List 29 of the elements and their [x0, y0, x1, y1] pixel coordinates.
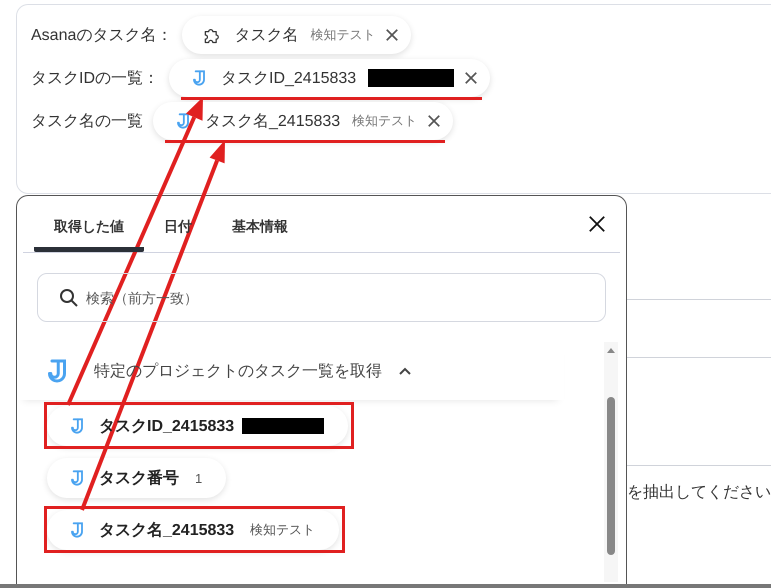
- variable-chip[interactable]: タスク名 検知テスト: [182, 16, 412, 54]
- chevron-icon[interactable]: [398, 366, 412, 376]
- chip-name: タスクID_2415833: [221, 68, 356, 88]
- variable-chip[interactable]: タスクID_2415833: [169, 59, 490, 97]
- instruction-text: を抽出してください: [627, 482, 771, 503]
- chip-name: タスク名: [234, 26, 298, 46]
- close-icon[interactable]: [588, 215, 606, 233]
- close-icon[interactable]: [427, 114, 442, 128]
- close-icon[interactable]: [385, 28, 400, 42]
- field-label: タスク名の一覧: [31, 112, 143, 132]
- item-name: タスク番号: [99, 468, 179, 488]
- item-name: タスク名_2415833: [99, 520, 234, 540]
- chip-name: タスク名_2415833: [205, 112, 340, 132]
- scrollbar[interactable]: [604, 342, 618, 582]
- chip-value: 検知テスト: [352, 112, 418, 130]
- tab[interactable]: 取得した値: [34, 196, 144, 252]
- variable-chip[interactable]: タスク名_2415833 検知テスト: [153, 102, 454, 140]
- close-icon[interactable]: [464, 71, 478, 85]
- item-value: 1: [195, 470, 202, 486]
- item-value: 検知テスト: [250, 521, 316, 539]
- field-label: Asanaのタスク名：: [31, 26, 172, 46]
- scroll-up-icon[interactable]: [606, 346, 616, 354]
- chip-value: 検知テスト: [310, 26, 376, 44]
- search-icon: [59, 288, 79, 308]
- tab[interactable]: 基本情報: [212, 196, 308, 252]
- item-name: タスクID_2415833: [99, 416, 234, 436]
- variable-item[interactable]: タスク番号 1: [47, 458, 226, 498]
- horizontal-scrollbar[interactable]: [0, 584, 771, 588]
- field-label: タスクIDの一覧：: [31, 68, 159, 88]
